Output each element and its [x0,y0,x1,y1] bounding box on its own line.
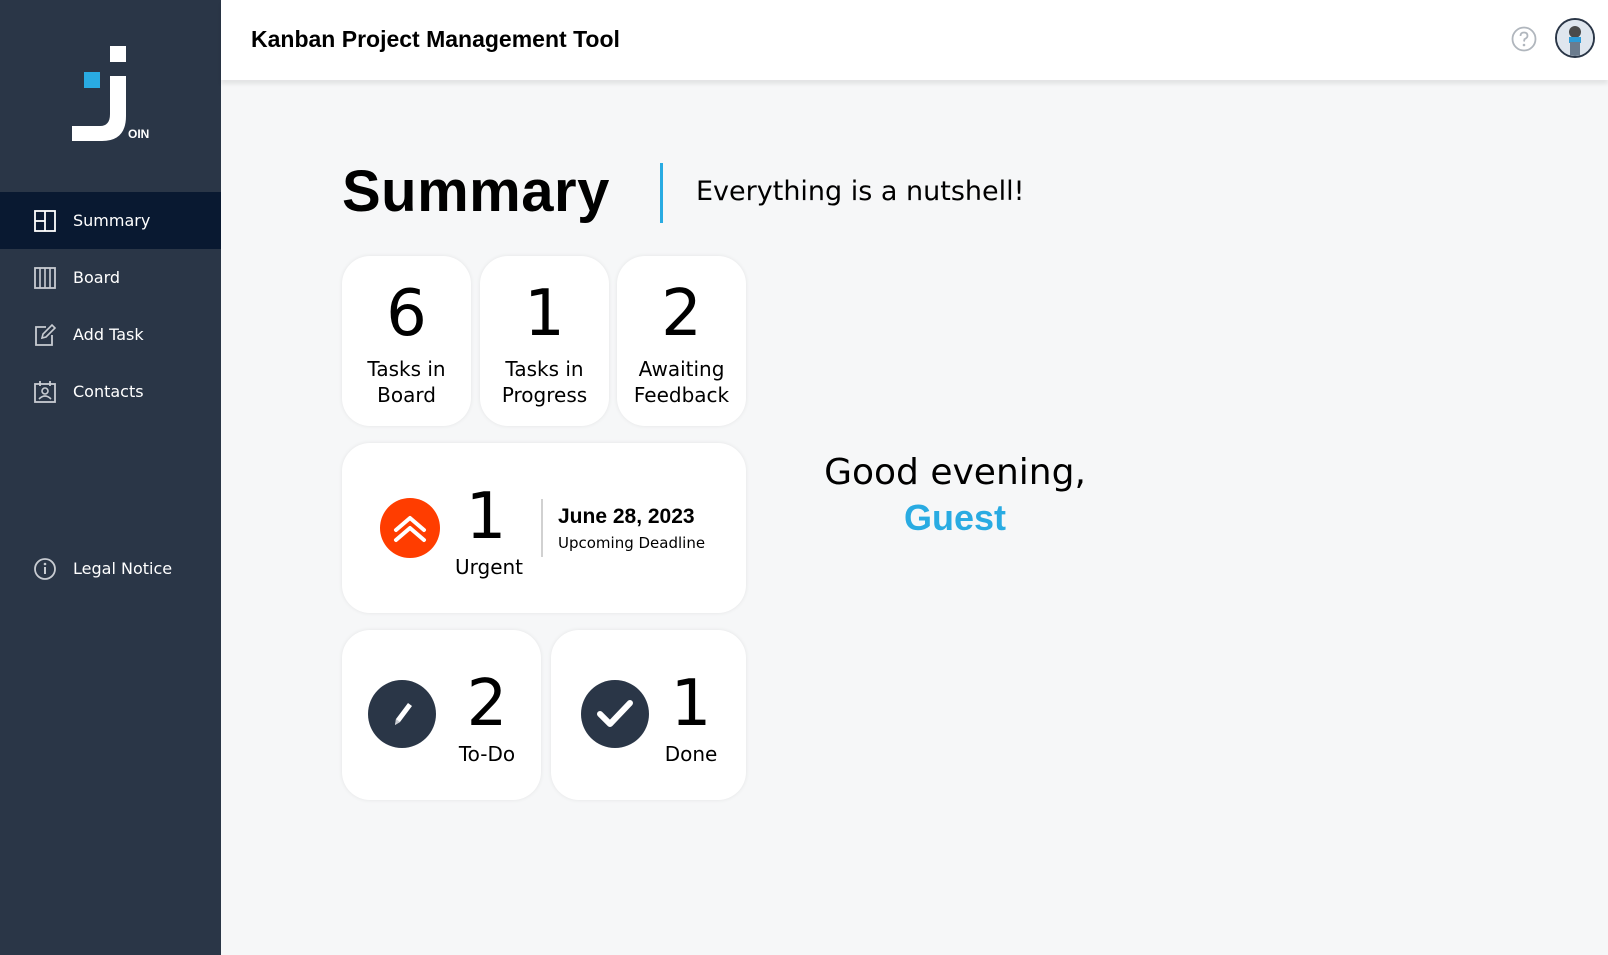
deadline-date: June 28, 2023 [558,505,695,528]
user-avatar[interactable] [1555,18,1595,58]
urgent-value: 1 [465,480,507,554]
top-header: Kanban Project Management Tool [221,0,1608,80]
done-value: 1 [670,667,712,741]
sidebar-item-label: Legal Notice [73,559,173,578]
contacts-icon [33,380,57,404]
todo-label: To-Do [458,742,516,766]
stat-value: 2 [661,277,702,351]
tasks-in-board-card[interactable]: 6 Tasks in Board [342,256,471,426]
urgent-label: Urgent [454,555,524,579]
greeting-text: Good evening, [824,452,1086,493]
sidebar-item-label: Summary [73,211,151,230]
add-task-icon [33,323,57,347]
board-icon [33,266,57,290]
stat-label-line1: Tasks in [367,357,446,381]
help-icon[interactable] [1511,26,1537,52]
sidebar: OIN Summary Board Add Task Contacts Lega… [0,0,221,955]
stat-label: Awaiting Feedback [617,356,746,408]
checkmark-icon [581,680,649,748]
stat-value: 6 [386,277,427,351]
sidebar-legal: Legal Notice [0,540,221,597]
stat-label-line1: Tasks in [505,357,584,381]
sidebar-item-contacts[interactable]: Contacts [0,363,221,420]
greeting-name: Guest [903,497,1007,538]
header-title: Kanban Project Management Tool [251,26,620,52]
sidebar-item-summary[interactable]: Summary [0,192,221,249]
title-divider [660,163,663,223]
done-card[interactable]: 1 Done [551,630,746,800]
stat-label-line2: Feedback [633,383,730,407]
sidebar-item-legal-notice[interactable]: Legal Notice [0,540,221,597]
sidebar-item-label: Add Task [73,325,144,344]
stat-label-line2: Board [377,383,436,407]
stat-label: Tasks in Progress [480,356,609,408]
stat-label: Tasks in Board [342,356,471,408]
urgent-priority-icon [380,498,440,558]
sidebar-nav: Summary Board Add Task Contacts [0,192,221,420]
awaiting-feedback-card[interactable]: 2 Awaiting Feedback [617,256,746,426]
urgent-card[interactable]: 1 Urgent June 28, 2023 Upcoming Deadline [342,443,746,613]
stat-value: 1 [524,277,565,351]
logo-text: OIN [128,127,149,141]
sidebar-item-label: Contacts [73,382,144,401]
sidebar-item-board[interactable]: Board [0,249,221,306]
stat-label-line2: Progress [501,383,588,407]
tasks-in-progress-card[interactable]: 1 Tasks in Progress [480,256,609,426]
page-title: Summary [342,159,610,224]
sidebar-item-label: Board [73,268,121,287]
deadline-label: Upcoming Deadline [558,534,706,552]
sidebar-item-add-task[interactable]: Add Task [0,306,221,363]
info-icon [33,557,57,581]
urgent-divider [541,499,543,557]
join-logo[interactable]: OIN [68,46,158,146]
greeting: Good evening, Guest [790,450,1120,540]
page-subtitle: Everything is a nutshell! [696,176,1025,207]
todo-value: 2 [466,667,508,741]
todo-card[interactable]: 2 To-Do [342,630,541,800]
pencil-icon [368,680,436,748]
summary-icon [33,209,57,233]
stat-label-line1: Awaiting [638,357,725,381]
done-label: Done [664,742,718,766]
